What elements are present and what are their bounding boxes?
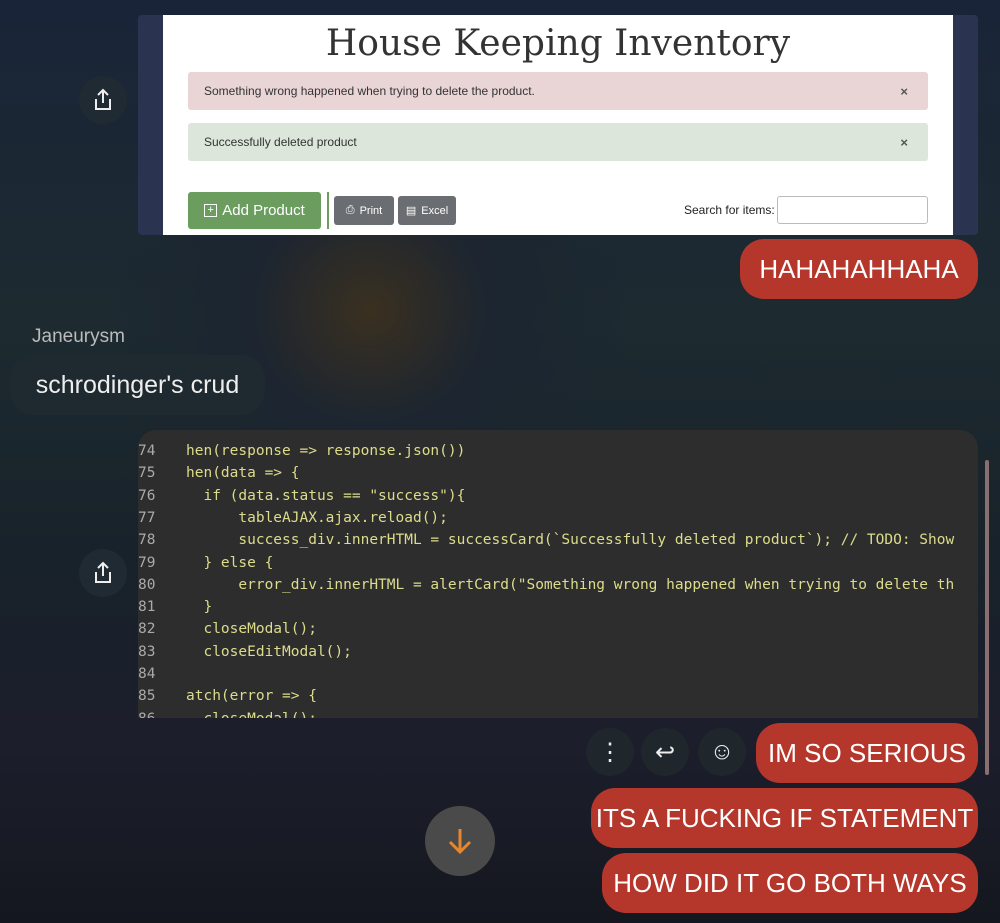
code-line: closeEditModal(); xyxy=(186,643,352,660)
error-alert-text: Something wrong happened when trying to … xyxy=(204,84,535,98)
more-vertical-icon: ⋮ xyxy=(598,738,622,766)
message-bubble[interactable]: IM SO SERIOUS xyxy=(756,723,978,783)
search-input xyxy=(777,196,928,224)
line-number: 74 xyxy=(138,443,156,459)
share-button[interactable] xyxy=(79,549,127,597)
code-line: hen(response => response.json()) xyxy=(186,443,466,459)
react-button[interactable]: ☺ xyxy=(698,728,746,776)
error-alert: Something wrong happened when trying to … xyxy=(188,72,928,110)
print-button: ⎙ Print xyxy=(334,196,394,225)
line-number: 77 xyxy=(138,509,156,526)
message-bubble[interactable]: ITS A FUCKING IF STATEMENT xyxy=(591,788,978,848)
success-alert: Successfully deleted product × xyxy=(188,123,928,161)
code-line: closeModal(); xyxy=(186,621,317,638)
code-line: error_div.innerHTML = alertCard("Somethi… xyxy=(186,576,955,593)
emoji-icon: ☺ xyxy=(709,738,735,765)
line-number: 76 xyxy=(138,487,156,504)
line-number: 80 xyxy=(138,576,156,593)
line-number: 75 xyxy=(138,465,156,482)
line-number: 86 xyxy=(138,711,168,718)
code-line: } else { xyxy=(186,554,274,571)
code-line: closeModal(); xyxy=(186,711,317,718)
scrollbar[interactable] xyxy=(985,460,989,775)
excel-button: ▤ Excel xyxy=(398,196,456,225)
scroll-to-bottom-button[interactable] xyxy=(425,806,495,876)
message-bubble[interactable]: schrodinger's crud xyxy=(10,355,265,415)
plus-square-icon: + xyxy=(204,204,218,217)
line-number: 84 xyxy=(138,666,156,682)
code-line: if (data.status == "success"){ xyxy=(186,487,466,504)
code-line: hen(data => { xyxy=(186,465,300,482)
close-icon: × xyxy=(900,134,908,150)
more-options-button[interactable]: ⋮ xyxy=(586,728,634,776)
line-number: 79 xyxy=(138,554,156,571)
line-number: 82 xyxy=(138,621,156,638)
printer-icon: ⎙ xyxy=(345,204,355,216)
divider xyxy=(327,192,329,229)
page-title: House Keeping Inventory xyxy=(325,23,791,64)
add-product-label: Add Product xyxy=(222,202,305,219)
arrow-down-icon xyxy=(448,829,472,855)
code-line: success_div.innerHTML = successCard(`Suc… xyxy=(186,532,955,549)
share-button[interactable] xyxy=(79,76,127,124)
print-label: Print xyxy=(359,204,383,217)
message-bubble[interactable]: HOW DID IT GO BOTH WAYS xyxy=(602,853,978,913)
add-product-button: + Add Product xyxy=(188,192,321,229)
excel-label: Excel xyxy=(421,204,449,217)
excel-file-icon: ▤ xyxy=(405,205,417,217)
close-icon: × xyxy=(900,83,908,99)
code-line: atch(error => { xyxy=(186,688,317,705)
message-bubble[interactable]: HAHAHAHHAHA xyxy=(740,239,978,299)
line-number: 78 xyxy=(138,532,156,549)
line-number: 85 xyxy=(138,688,156,705)
reply-icon: ↩ xyxy=(654,738,676,766)
inventory-screenshot-image[interactable]: House Keeping Inventory Something wrong … xyxy=(138,15,978,235)
line-number: 83 xyxy=(138,643,156,660)
code-screenshot-image[interactable]: 74 hen(response => response.json()) 75 hen(… xyxy=(138,430,978,718)
sender-name[interactable]: Janeurysm xyxy=(32,326,125,348)
reply-button[interactable]: ↩ xyxy=(641,728,689,776)
share-icon xyxy=(95,561,111,583)
success-alert-text: Successfully deleted product xyxy=(204,135,357,149)
code-line: } xyxy=(186,599,213,616)
code-line: tableAJAX.ajax.reload(); xyxy=(186,509,448,526)
line-number: 81 xyxy=(138,599,156,616)
share-icon xyxy=(95,88,111,110)
search-label: Search for items: xyxy=(684,203,775,217)
